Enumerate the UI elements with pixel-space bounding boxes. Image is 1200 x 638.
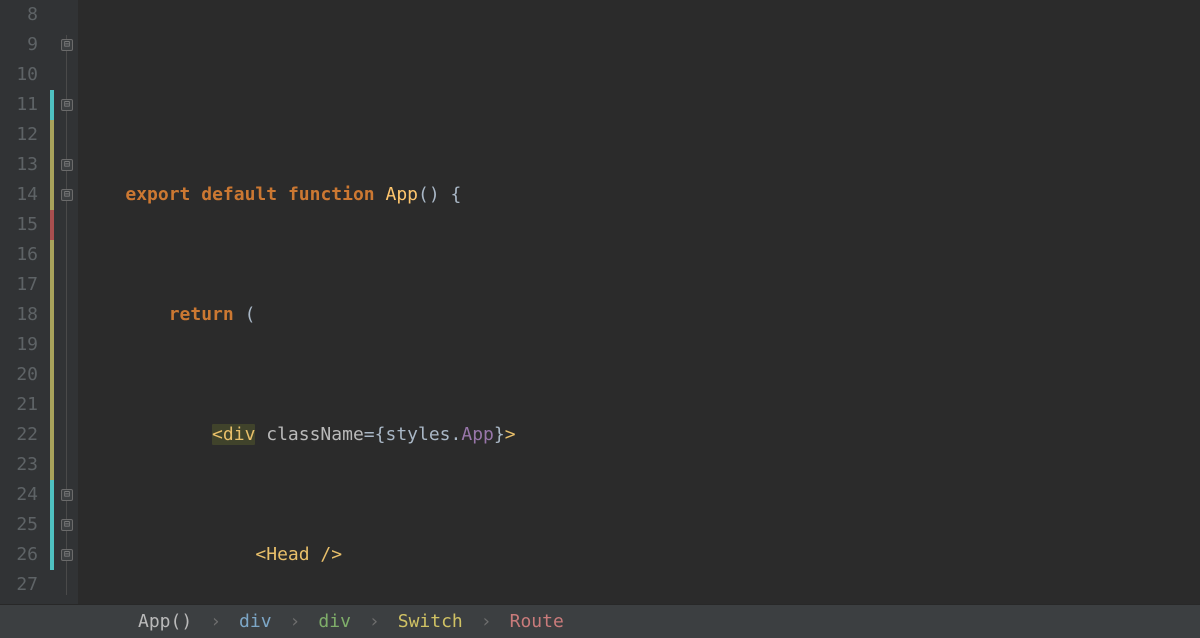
line-number[interactable]: 27 [0,570,38,600]
vcs-change-marker[interactable] [50,480,54,570]
line-number[interactable]: 25 [0,510,38,540]
breadcrumb-item[interactable]: div [239,607,272,637]
line-number[interactable]: 21 [0,390,38,420]
code-editor: 8 9 10 11 12 13 14 15 16 17 18 19 20 21 … [0,0,1200,638]
line-number[interactable]: 16 [0,240,38,270]
vcs-change-marker[interactable] [50,210,54,240]
code-area[interactable]: 8 9 10 11 12 13 14 15 16 17 18 19 20 21 … [0,0,1200,604]
line-number[interactable]: 20 [0,360,38,390]
line-number[interactable]: 13 [0,150,38,180]
line-number[interactable]: 8 [0,0,38,30]
fold-toggle-icon[interactable]: ⊟ [61,519,73,531]
line-number[interactable]: 15 [0,210,38,240]
line-number[interactable]: 18 [0,300,38,330]
code-line[interactable]: <div className={styles.App}> [82,420,1200,450]
vcs-change-gutter [48,0,58,604]
chevron-right-icon: › [210,607,221,637]
line-number[interactable]: 17 [0,270,38,300]
fold-toggle-icon[interactable]: ⊟ [61,549,73,561]
vcs-change-marker[interactable] [50,90,54,120]
line-number-gutter[interactable]: 8 9 10 11 12 13 14 15 16 17 18 19 20 21 … [0,0,48,604]
line-number[interactable]: 9 [0,30,38,60]
line-number[interactable]: 19 [0,330,38,360]
chevron-right-icon: › [290,607,301,637]
line-number[interactable]: 24 [0,480,38,510]
vcs-change-marker[interactable] [50,120,54,210]
fold-guide-line [66,35,67,595]
code-line[interactable]: return ( [82,300,1200,330]
line-number[interactable]: 11 [0,90,38,120]
vcs-change-marker[interactable] [50,240,54,480]
line-number[interactable]: 22 [0,420,38,450]
line-number[interactable]: 23 [0,450,38,480]
code-line[interactable]: export default function App() { [82,180,1200,210]
chevron-right-icon: › [369,607,380,637]
breadcrumb-item[interactable]: Route [510,607,564,637]
line-number[interactable]: 12 [0,120,38,150]
line-number[interactable]: 26 [0,540,38,570]
line-number[interactable]: 14 [0,180,38,210]
fold-toggle-icon[interactable]: ⊟ [61,189,73,201]
fold-gutter[interactable]: ⊟ ⊟ ⊟ ⊟ ⊟ ⊟ ⊟ [58,0,78,604]
code-content[interactable]: export default function App() { return (… [78,0,1200,604]
code-line[interactable] [82,60,1200,90]
fold-toggle-icon[interactable]: ⊟ [61,489,73,501]
breadcrumb-item[interactable]: App() [138,607,192,637]
code-line[interactable]: <Head /> [82,540,1200,570]
fold-toggle-icon[interactable]: ⊟ [61,39,73,51]
breadcrumb-item[interactable]: div [318,607,351,637]
chevron-right-icon: › [481,607,492,637]
fold-toggle-icon[interactable]: ⊟ [61,99,73,111]
breadcrumb-bar[interactable]: App() › div › div › Switch › Route [0,604,1200,638]
line-number[interactable]: 10 [0,60,38,90]
fold-toggle-icon[interactable]: ⊟ [61,159,73,171]
breadcrumb-item[interactable]: Switch [398,607,463,637]
